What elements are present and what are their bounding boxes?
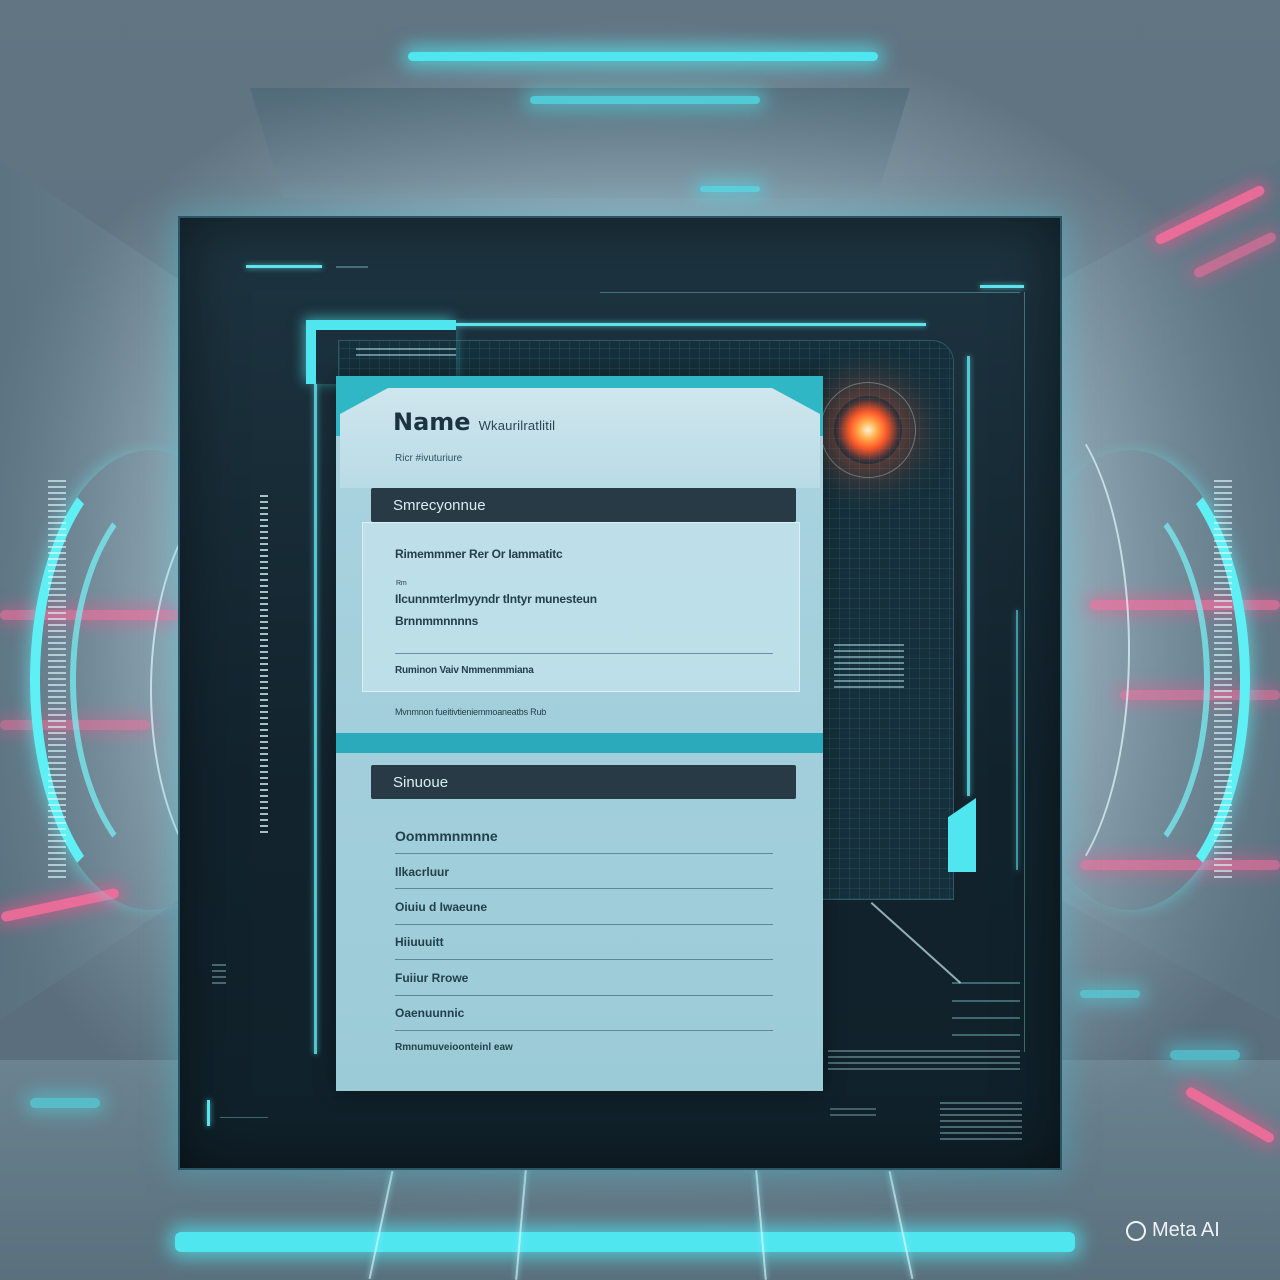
list-divider <box>395 888 773 889</box>
section-header-2[interactable]: Sinuoue <box>371 765 796 799</box>
hud-accent-line <box>1016 610 1018 870</box>
hud-data-readout <box>834 644 904 688</box>
form-card-header <box>340 388 820 488</box>
section-header-label: Smrecyonnue <box>393 496 486 514</box>
hud-accent-line <box>314 384 317 1054</box>
hud-frame-line <box>952 1000 1020 1002</box>
floor-light-bar <box>1170 1050 1240 1060</box>
list-divider <box>395 924 773 925</box>
form-divider-band <box>336 733 823 753</box>
hud-data-readout <box>828 1050 1020 1072</box>
floor-light-bar <box>175 1232 1075 1252</box>
hud-accent-line <box>336 266 368 268</box>
meta-ai-logo-icon <box>1126 1220 1146 1241</box>
list-divider <box>395 1030 773 1031</box>
hud-tick-strip <box>260 495 268 835</box>
hud-frame-line <box>952 982 1020 984</box>
hud-frame-line <box>220 1117 268 1118</box>
hud-accent-line <box>246 265 322 268</box>
list-item[interactable]: Hiiuuuitt <box>395 935 444 949</box>
section-footnote: Mvnmnon fueitivtieniemmoaneatbs Rub <box>395 707 547 717</box>
list-item[interactable]: Oaenuunnic <box>395 1006 464 1020</box>
ceiling-light-bar <box>530 96 760 104</box>
form-title: Name <box>393 408 471 436</box>
wall-light-bar <box>1080 990 1140 998</box>
list-item[interactable]: Oiuiu d Iwaeune <box>395 900 487 914</box>
hud-data-readout <box>212 964 226 984</box>
field-value[interactable]: Brnnmmnnnns <box>395 614 478 628</box>
list-divider <box>395 995 773 996</box>
form-title-row: Name Wkaurilratlitil <box>393 408 555 436</box>
watermark: Meta AI <box>1126 1219 1220 1242</box>
hud-data-readout <box>940 1102 1022 1142</box>
field-value[interactable]: Ruminon Vaiv Nmmenmmiana <box>395 665 534 676</box>
hud-tick-strip <box>48 480 66 880</box>
field-value[interactable]: Ilcunnmterlmyyndr tlntyr munesteun <box>395 592 597 606</box>
watermark-text: Meta AI <box>1152 1219 1220 1241</box>
hud-frame-line <box>1024 292 1025 1052</box>
section-header-1[interactable]: Smrecyonnue <box>371 488 796 522</box>
section-header-label: Sinuoue <box>393 773 449 791</box>
ceiling-panel <box>250 88 910 198</box>
hud-frame-line <box>952 1034 1020 1036</box>
hud-tick-strip <box>1214 480 1232 880</box>
list-item[interactable]: Ilkacrluur <box>395 865 449 879</box>
hud-frame-line <box>600 292 1020 293</box>
hud-accent-line <box>967 356 970 796</box>
list-item[interactable]: Rmnumuveioonteinl eaw <box>395 1042 513 1053</box>
list-divider <box>395 959 773 960</box>
field-value[interactable]: Rimemmmer Rer Or Iammatitc <box>395 547 563 561</box>
form-subtitle: Ricr #ivuturiure <box>395 453 463 464</box>
ceiling-light-bar <box>700 186 760 192</box>
hud-corner-bracket <box>306 320 456 384</box>
hud-frame-line <box>952 1017 1020 1019</box>
camera-lens-icon <box>834 396 902 464</box>
list-item[interactable]: Fuiiur Rrowe <box>395 971 468 985</box>
list-item[interactable]: Oommmnmnne <box>395 828 498 844</box>
floor-light-bar <box>30 1098 100 1108</box>
ceiling-light-bar <box>408 52 878 61</box>
hud-data-readout <box>830 1108 876 1116</box>
hud-accent-line <box>207 1100 210 1126</box>
field-divider <box>395 653 773 654</box>
hud-accent-line <box>980 285 1024 288</box>
form-title-suffix: Wkaurilratlitil <box>478 418 556 433</box>
list-divider <box>395 853 773 854</box>
field-label: Rm <box>396 580 407 587</box>
hud-accent-line <box>456 323 926 326</box>
